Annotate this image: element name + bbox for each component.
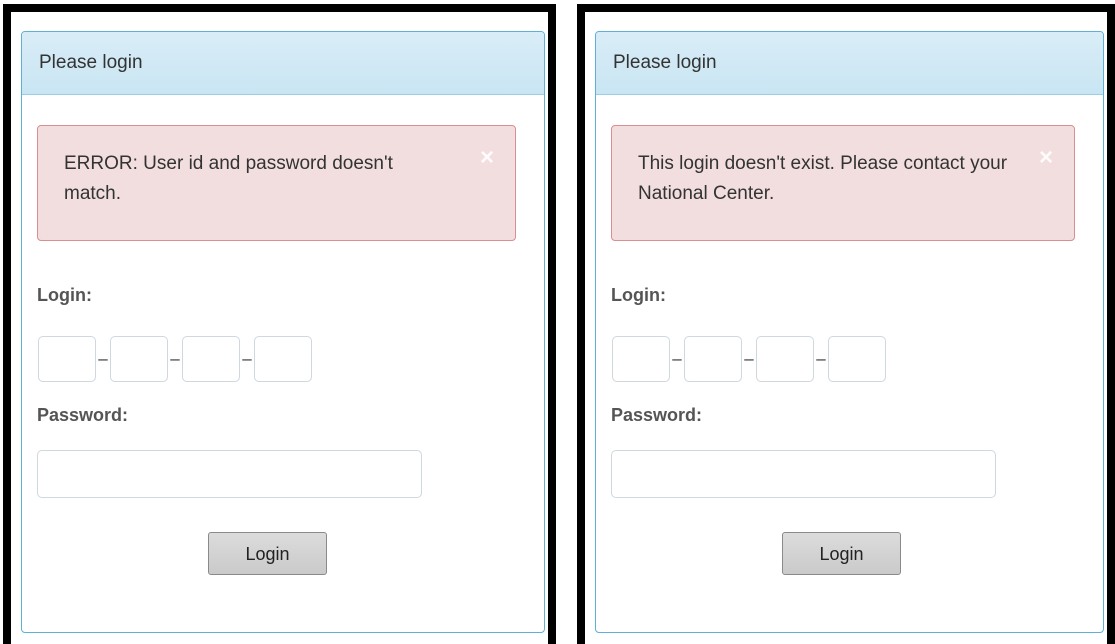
login-separator: – (744, 349, 754, 368)
error-alert: This login doesn't exist. Please contact… (611, 125, 1075, 241)
login-segment-1[interactable] (612, 336, 670, 382)
password-field[interactable] (37, 450, 422, 498)
login-id-group: – – – (38, 335, 312, 383)
error-alert: ERROR: User id and password doesn't matc… (37, 125, 516, 241)
login-label: Login: (37, 285, 92, 305)
login-separator: – (672, 349, 682, 368)
password-label: Password: (37, 405, 129, 425)
panel-heading: Please login (22, 32, 544, 95)
login-button[interactable]: Login (208, 532, 327, 575)
right-screenshot-frame: Please login This login doesn't exist. P… (577, 4, 1115, 644)
login-separator: – (98, 349, 108, 368)
password-field[interactable] (611, 450, 996, 498)
close-icon[interactable]: × (1039, 146, 1053, 170)
login-segment-2[interactable] (110, 336, 168, 382)
alert-message: This login doesn't exist. Please contact… (638, 153, 1008, 204)
alert-message: ERROR: User id and password doesn't matc… (64, 153, 393, 204)
close-icon[interactable]: × (480, 146, 494, 170)
panel-heading: Please login (596, 32, 1103, 95)
password-label: Password: (611, 405, 703, 425)
login-separator: – (170, 349, 180, 368)
login-segment-4[interactable] (254, 336, 312, 382)
login-button[interactable]: Login (782, 532, 901, 575)
login-panel: Please login ERROR: User id and password… (21, 31, 545, 633)
login-segment-1[interactable] (38, 336, 96, 382)
login-panel: Please login This login doesn't exist. P… (595, 31, 1104, 633)
login-segment-3[interactable] (756, 336, 814, 382)
login-segment-3[interactable] (182, 336, 240, 382)
login-id-group: – – – (612, 335, 886, 383)
login-label: Login: (611, 285, 666, 305)
left-screenshot-frame: Please login ERROR: User id and password… (3, 4, 556, 644)
login-segment-4[interactable] (828, 336, 886, 382)
login-separator: – (816, 349, 826, 368)
login-separator: – (242, 349, 252, 368)
login-segment-2[interactable] (684, 336, 742, 382)
